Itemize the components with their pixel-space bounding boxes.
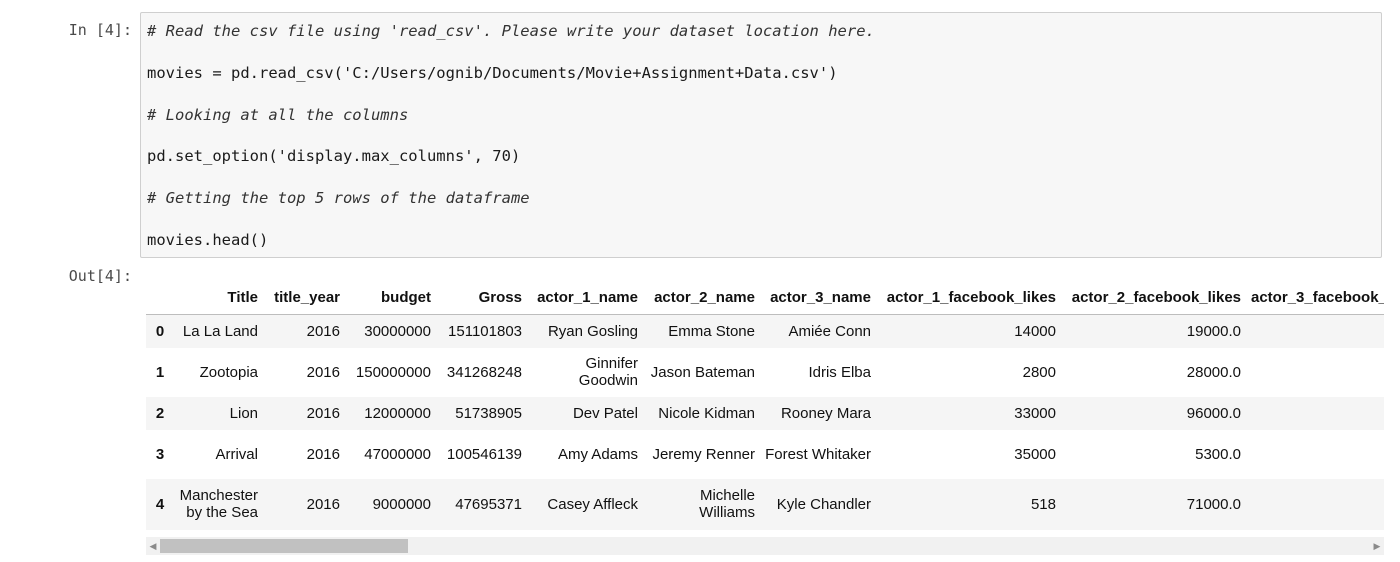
cell-gross: 51738905 (455, 404, 522, 422)
scrollbar-thumb[interactable] (160, 539, 408, 553)
cell-actor-3-name: Forest Whitaker (765, 445, 871, 463)
cell-actor-2-name: Jason Bateman (650, 363, 755, 381)
cell-actor-1-name: Ginnifer Goodwin (578, 355, 638, 389)
cell-actor-3-likes (1246, 479, 1384, 530)
table-row: 3 Arrival 2016 47000000 100546139 Amy Ad… (146, 430, 1384, 479)
code-line-3: # Looking at all the columns (147, 106, 409, 124)
code-cell-editor[interactable]: # Read the csv file using 'read_csv'. Pl… (140, 12, 1382, 258)
cell-budget: 30000000 (364, 322, 431, 340)
table-row: 0 La La Land 2016 30000000 151101803 Rya… (146, 314, 1384, 348)
column-header: actor_1_name (527, 280, 643, 315)
cell-title-year: 2016 (306, 495, 340, 513)
code-line-4: pd.set_option('display.max_columns', 70) (147, 147, 521, 165)
row-index: 4 (155, 495, 165, 513)
cell-actor-1-likes: 2800 (1022, 363, 1056, 381)
column-header: title_year (263, 280, 345, 315)
cell-actor-1-likes: 35000 (1014, 445, 1056, 463)
cell-actor-3-likes: 27 (1246, 348, 1384, 397)
cell-title-year: 2016 (306, 363, 340, 381)
cell-budget: 9000000 (372, 495, 431, 513)
row-index: 0 (155, 322, 165, 340)
horizontal-scrollbar[interactable]: ◀ ▶ (146, 537, 1384, 555)
cell-gross: 341268248 (446, 363, 522, 381)
column-header: actor_2_name (643, 280, 760, 315)
code-line-6: movies.head() (147, 231, 269, 249)
cell-actor-1-likes: 33000 (1014, 404, 1056, 422)
cell-gross: 100546139 (446, 445, 522, 463)
cell-actor-3-likes: 9 (1246, 397, 1384, 430)
cell-budget: 150000000 (355, 363, 431, 381)
cell-actor-3-name: Kyle Chandler (776, 495, 871, 513)
cell-gross: 151101803 (448, 322, 522, 340)
cell-gross: 47695371 (455, 495, 522, 513)
table-row: 4 Manchester by the Sea 2016 9000000 476… (146, 478, 1384, 530)
cell-title: Zootopia (199, 363, 258, 381)
cell-actor-2-name: Emma Stone (668, 322, 755, 340)
cell-budget: 12000000 (364, 404, 431, 422)
cell-title-year: 2016 (306, 322, 340, 340)
cell-title: Manchester by the Sea (179, 487, 258, 521)
cell-actor-2-likes: 19000.0 (1186, 322, 1241, 340)
cell-actor-2-likes: 96000.0 (1186, 404, 1241, 422)
table-header-row: Title title_year budget Gross actor_1_na… (146, 280, 1384, 315)
cell-actor-1-name: Dev Patel (572, 404, 638, 422)
cell-title: La La Land (182, 322, 258, 340)
output-prompt: Out[4]: (68, 267, 132, 285)
cell-actor-2-likes: 5300.0 (1195, 445, 1241, 463)
row-index: 3 (155, 445, 165, 463)
cell-actor-1-likes: 518 (1030, 495, 1056, 513)
cell-actor-3-name: Idris Elba (808, 363, 871, 381)
cell-actor-2-likes: 28000.0 (1186, 363, 1241, 381)
dataframe-table: Title title_year budget Gross actor_1_na… (146, 280, 1384, 530)
table-row: 2 Lion 2016 12000000 51738905 Dev Patel … (146, 396, 1384, 430)
column-header: actor_2_facebook_likes (1061, 280, 1246, 315)
cell-actor-2-likes: 71000.0 (1186, 495, 1241, 513)
code-line-2: movies = pd.read_csv('C:/Users/ognib/Doc… (147, 64, 838, 82)
cell-actor-1-name: Ryan Gosling (547, 322, 638, 340)
column-header: budget (345, 280, 436, 315)
cell-budget: 47000000 (364, 445, 431, 463)
dataframe-output: Title title_year budget Gross actor_1_na… (146, 280, 1384, 530)
cell-actor-3-likes (1246, 315, 1384, 348)
cell-actor-2-name: Michelle Williams (699, 487, 755, 521)
code-line-5: # Getting the top 5 rows of the datafram… (147, 189, 530, 207)
cell-actor-2-name: Jeremy Renner (652, 445, 755, 463)
cell-title-year: 2016 (306, 404, 340, 422)
cell-actor-1-likes: 14000 (1014, 322, 1056, 340)
column-header: Gross (436, 280, 527, 315)
cell-actor-1-name: Casey Affleck (547, 495, 638, 513)
scroll-left-icon[interactable]: ◀ (146, 537, 160, 555)
cell-title: Arrival (215, 445, 258, 463)
column-header: actor_3_name (760, 280, 876, 315)
cell-actor-3-name: Rooney Mara (780, 404, 871, 422)
row-index: 1 (155, 363, 165, 381)
column-header: Title (174, 280, 263, 315)
cell-actor-3-name: Amiée Conn (788, 322, 871, 340)
cell-actor-2-name: Nicole Kidman (658, 404, 755, 422)
cell-title: Lion (229, 404, 258, 422)
cell-actor-3-likes (1246, 430, 1384, 479)
scroll-right-icon[interactable]: ▶ (1370, 537, 1384, 555)
column-header: actor_3_facebook_likes (1246, 280, 1384, 315)
cell-title-year: 2016 (306, 445, 340, 463)
cell-actor-1-name: Amy Adams (557, 445, 638, 463)
index-header (146, 280, 174, 315)
column-header: actor_1_facebook_likes (876, 280, 1061, 315)
input-prompt: In [4]: (68, 21, 132, 39)
code-line-1: # Read the csv file using 'read_csv'. Pl… (147, 22, 875, 40)
row-index: 2 (155, 404, 165, 422)
table-row: 1 Zootopia 2016 150000000 341268248 Ginn… (146, 348, 1384, 397)
